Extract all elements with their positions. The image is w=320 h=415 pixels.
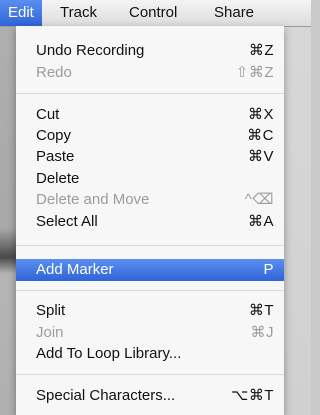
- menu-item-delete-and-move[interactable]: Delete and Move ^⌫: [16, 189, 284, 210]
- menu-item-shortcut: P: [263, 261, 274, 278]
- menu-item-shortcut: ⌘C: [247, 127, 274, 144]
- menu-item-cut[interactable]: Cut ⌘X: [16, 104, 284, 125]
- menu-item-label: Add To Loop Library...: [36, 345, 182, 362]
- menu-item-copy[interactable]: Copy ⌘C: [16, 125, 284, 146]
- background-window-left: [0, 0, 16, 415]
- menu-item-label: Delete and Move: [36, 191, 150, 208]
- menu-item-label: Join: [36, 324, 64, 341]
- menu-item-add-marker[interactable]: Add Marker P: [16, 259, 284, 281]
- menu-separator: [16, 374, 284, 375]
- menu-item-label: Add Marker: [36, 261, 114, 278]
- edit-menu-dropdown: Undo Recording ⌘Z Redo ⇧⌘Z Cut ⌘X Copy ⌘…: [16, 26, 284, 415]
- menu-item-shortcut: ⌘A: [247, 213, 274, 230]
- menu-item-label: Special Characters...: [36, 387, 176, 404]
- menu-item-label: Copy: [36, 127, 72, 144]
- menu-item-undo-recording[interactable]: Undo Recording ⌘Z: [16, 40, 284, 61]
- menu-item-join[interactable]: Join ⌘J: [16, 322, 284, 343]
- menu-item-label: Delete: [36, 170, 80, 187]
- menu-item-label: Split: [36, 302, 66, 319]
- menu-item-label: Undo Recording: [36, 42, 145, 59]
- menu-bar: Edit Track Control Share: [0, 0, 311, 27]
- menu-item-shortcut: ⌘X: [247, 106, 274, 123]
- menu-item-redo[interactable]: Redo ⇧⌘Z: [16, 62, 284, 83]
- menu-item-shortcut: ⌘Z: [248, 42, 274, 59]
- menubar-track[interactable]: Track: [52, 0, 105, 26]
- menu-item-shortcut: ⌥⌘T: [231, 387, 274, 404]
- menu-item-label: Redo: [36, 64, 72, 81]
- background-window-right: [284, 0, 311, 415]
- menu-item-label: Paste: [36, 148, 75, 165]
- menu-item-add-to-loop-library[interactable]: Add To Loop Library...: [16, 343, 284, 364]
- menu-item-shortcut: ⇧⌘Z: [235, 64, 274, 81]
- menu-item-shortcut: ⌘T: [248, 302, 274, 319]
- menu-item-shortcut: ⌘J: [250, 324, 274, 341]
- menu-item-delete[interactable]: Delete: [16, 168, 284, 189]
- menu-separator: [16, 290, 284, 291]
- menu-item-label: Cut: [36, 106, 60, 123]
- menu-separator: [16, 93, 284, 94]
- menubar-share[interactable]: Share: [206, 0, 262, 26]
- menu-item-paste[interactable]: Paste ⌘V: [16, 146, 284, 167]
- menu-item-shortcut: ⌘V: [247, 148, 274, 165]
- menu-item-label: Select All: [36, 213, 98, 230]
- menu-item-split[interactable]: Split ⌘T: [16, 300, 284, 321]
- menu-separator: [16, 245, 284, 246]
- menubar-control[interactable]: Control: [121, 0, 185, 26]
- menu-item-select-all[interactable]: Select All ⌘A: [16, 211, 284, 232]
- menubar-edit[interactable]: Edit: [0, 0, 42, 26]
- menu-item-shortcut: ^⌫: [244, 191, 274, 208]
- menu-item-special-characters[interactable]: Special Characters... ⌥⌘T: [16, 385, 284, 406]
